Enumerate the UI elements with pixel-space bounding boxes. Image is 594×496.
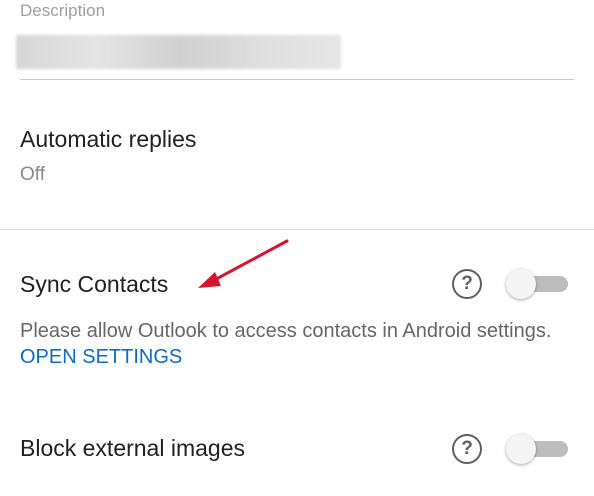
toggle-thumb <box>506 269 536 299</box>
sync-contacts-help-icon[interactable]: ? <box>452 269 482 299</box>
block-external-images-title: Block external images <box>20 435 245 461</box>
block-external-images-help-icon[interactable]: ? <box>452 434 482 464</box>
sync-contacts-toggle[interactable] <box>506 269 568 299</box>
sync-contacts-title: Sync Contacts <box>20 271 169 297</box>
description-underline <box>20 79 574 80</box>
section-divider <box>0 229 594 230</box>
question-mark-glyph: ? <box>461 273 473 294</box>
description-value-redacted[interactable] <box>16 35 341 69</box>
question-mark-glyph: ? <box>461 438 473 459</box>
automatic-replies-title: Automatic replies <box>20 126 197 152</box>
open-settings-link[interactable]: OPEN SETTINGS <box>20 346 182 368</box>
automatic-replies-row[interactable]: Automatic replies Off <box>0 105 594 205</box>
sync-contacts-description: Please allow Outlook to access contacts … <box>20 318 580 370</box>
toggle-thumb <box>506 434 536 464</box>
description-label: Description <box>20 1 106 20</box>
automatic-replies-status: Off <box>20 164 45 185</box>
sync-contacts-description-text: Please allow Outlook to access contacts … <box>20 320 552 342</box>
block-external-images-toggle[interactable] <box>506 434 568 464</box>
annotation-arrow <box>198 239 289 288</box>
